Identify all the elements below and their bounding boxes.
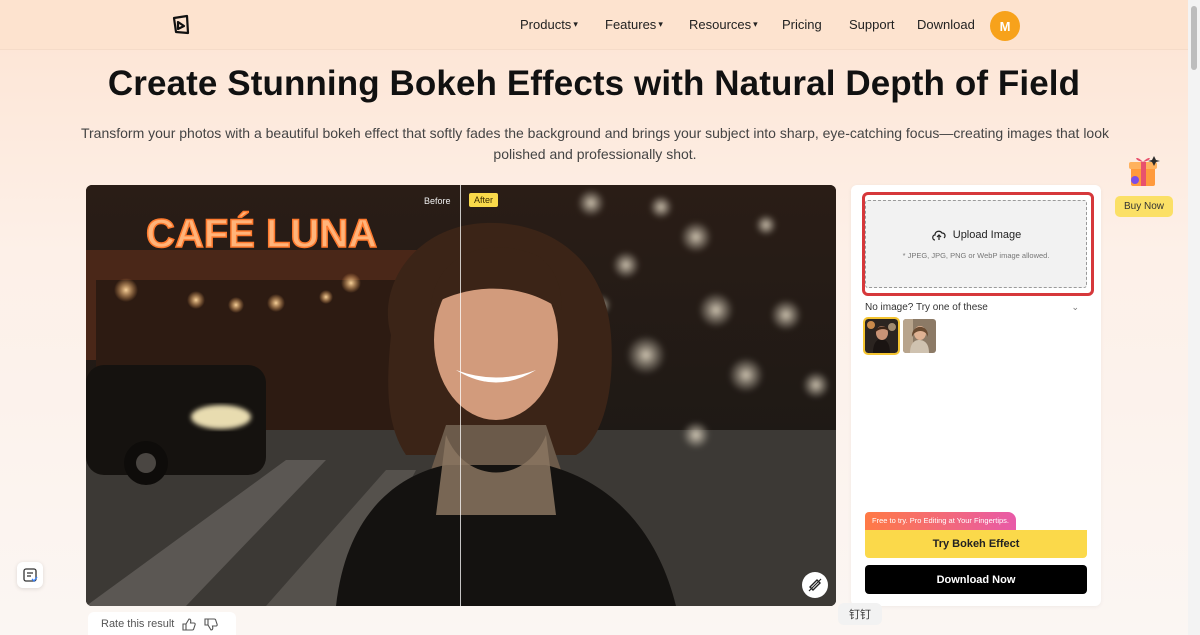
cafe-sign-text: CAFÉ LUNA <box>146 211 377 256</box>
main-nav: Products ▾ Features ▾ Resources ▾ Pricing S… <box>520 17 975 32</box>
page-subtitle: Transform your photos with a beautiful b… <box>80 125 1110 162</box>
cloud-upload-icon <box>931 230 946 241</box>
sample-images-heading: No image? Try one of these <box>865 302 988 313</box>
buy-now-button[interactable]: Buy Now <box>1115 196 1173 217</box>
nav-resources[interactable]: Resources ▾ <box>689 17 782 32</box>
after-label: After <box>469 193 499 207</box>
app-logo-icon[interactable] <box>170 14 192 36</box>
feedback-icon <box>23 568 38 582</box>
nav-pricing[interactable]: Pricing <box>782 17 849 32</box>
page-scrollbar[interactable] <box>1188 0 1200 635</box>
nav-support[interactable]: Support <box>849 17 917 32</box>
nav-features[interactable]: Features ▾ <box>605 17 689 32</box>
chevron-down-icon: ▾ <box>573 19 578 29</box>
chevron-down-icon[interactable]: ⌄ <box>1071 302 1079 313</box>
gift-box-icon[interactable] <box>1124 152 1162 190</box>
free-trial-tag: Free to try. Pro Editing at Your Fingert… <box>865 512 1017 530</box>
thumbs-down-icon[interactable] <box>204 617 219 631</box>
user-avatar[interactable]: M <box>990 11 1020 41</box>
nav-products[interactable]: Products ▾ <box>520 17 605 32</box>
page-title: Create Stunning Bokeh Effects with Natur… <box>107 64 1081 103</box>
bokeh-photo-illustration: CAFÉ LUNA <box>86 185 836 606</box>
before-label: Before <box>424 196 451 206</box>
sample-thumbnails <box>863 317 936 355</box>
upload-format-hint: * JPEG, JPG, PNG or WebP image allowed. <box>902 251 1050 260</box>
compare-icon <box>808 578 822 592</box>
compare-slider-handle[interactable] <box>460 185 461 606</box>
compare-toggle-button[interactable] <box>802 572 828 598</box>
sample-thumbnail[interactable] <box>863 317 900 355</box>
rating-label: Rate this result <box>101 618 175 630</box>
scrollbar-thumb[interactable] <box>1191 6 1197 70</box>
upload-title: Upload Image <box>952 229 1022 241</box>
sample-thumbnail[interactable] <box>903 319 936 353</box>
top-navigation-bar: Products ▾ Features ▾ Resources ▾ Pricing S… <box>0 0 1188 50</box>
editor-side-panel: Upload Image * JPEG, JPG, PNG or WebP im… <box>851 185 1101 606</box>
chevron-down-icon: ▾ <box>658 19 663 29</box>
upload-dropzone[interactable]: Upload Image * JPEG, JPG, PNG or WebP im… <box>865 200 1087 288</box>
feedback-button[interactable] <box>17 562 43 588</box>
dingtalk-floating-button[interactable]: 钉钉 <box>838 603 882 625</box>
try-bokeh-effect-button[interactable]: Try Bokeh Effect <box>865 530 1087 558</box>
before-after-preview[interactable]: CAFÉ LUNA Before After <box>86 185 836 606</box>
rating-bar: Rate this result <box>88 612 236 635</box>
nav-download[interactable]: Download <box>917 17 975 32</box>
thumbs-up-icon[interactable] <box>182 617 197 631</box>
chevron-down-icon: ▾ <box>753 19 758 29</box>
download-now-button[interactable]: Download Now <box>865 565 1087 594</box>
